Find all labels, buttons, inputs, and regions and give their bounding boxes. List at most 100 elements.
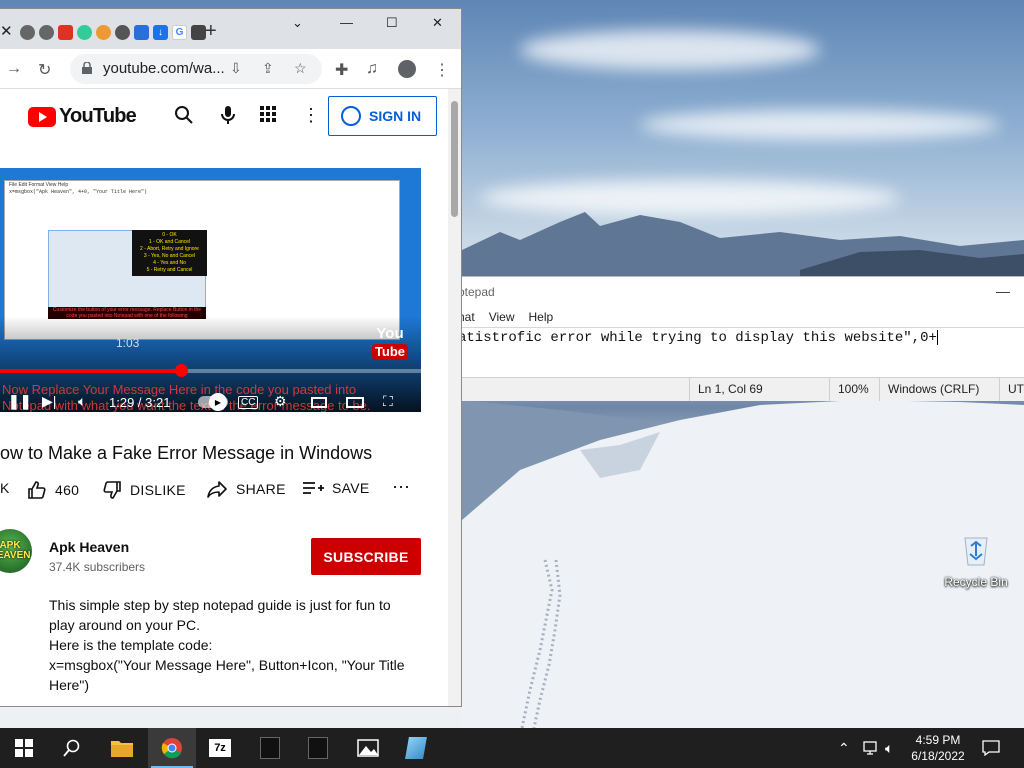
notepad-content: atistrofic error while trying to display… bbox=[458, 330, 937, 347]
channel-name[interactable]: Apk Heaven bbox=[49, 539, 129, 555]
video-frame-code: x=msgbox("Apk Heaven", 4+0, "Your Title … bbox=[9, 189, 148, 195]
notepad-menu-bar: nat View Help bbox=[456, 307, 1024, 327]
tab-favicon-google-icon[interactable]: G bbox=[172, 25, 187, 40]
tab-favicon-blue-icon[interactable] bbox=[134, 25, 149, 40]
miniplayer-icon[interactable] bbox=[311, 397, 327, 408]
avatar-text-line: HEAVEN bbox=[0, 550, 31, 561]
taskbar-app-skull-2[interactable] bbox=[294, 728, 342, 768]
menu-view[interactable]: View bbox=[482, 310, 522, 324]
progress-bar-played bbox=[0, 369, 182, 373]
tab-favicon-download-icon[interactable]: ↓ bbox=[153, 25, 168, 40]
status-position: Ln 1, Col 69 bbox=[689, 378, 829, 401]
close-window-icon[interactable]: ✕ bbox=[432, 15, 443, 31]
reload-icon[interactable]: ↻ bbox=[38, 60, 51, 80]
progress-scrubber[interactable] bbox=[175, 364, 189, 377]
settings-gear-icon[interactable]: ⚙ bbox=[274, 393, 287, 410]
recycle-bin-label: Recycle Bin bbox=[944, 575, 1008, 589]
tab-favicon-globe-icon[interactable] bbox=[20, 25, 35, 40]
minimize-icon[interactable]: — bbox=[340, 15, 353, 30]
fullscreen-icon[interactable]: ⛶ bbox=[383, 393, 393, 410]
dislike-label: DISLIKE bbox=[130, 482, 186, 498]
more-actions-icon[interactable]: ⋯ bbox=[392, 477, 410, 498]
save-button[interactable]: SAVE bbox=[302, 480, 370, 496]
minimize-icon[interactable]: — bbox=[996, 283, 1010, 299]
channel-avatar[interactable]: APKHEAVEN bbox=[0, 529, 32, 573]
pause-icon[interactable]: ❚❚ bbox=[8, 393, 31, 410]
maximize-icon[interactable]: ☐ bbox=[386, 15, 398, 31]
media-controls-icon[interactable]: ♫ bbox=[366, 60, 378, 78]
notepad-title-bar[interactable]: otepad bbox=[456, 277, 1024, 307]
search-icon[interactable] bbox=[174, 105, 194, 125]
youtube-header: YouTube ⋮ SIGN IN bbox=[0, 89, 448, 145]
apps-grid-icon[interactable] bbox=[259, 105, 277, 123]
tab-favicon-green-icon[interactable] bbox=[77, 25, 92, 40]
bookmark-star-icon[interactable]: ☆ bbox=[294, 60, 307, 77]
start-button[interactable] bbox=[0, 728, 48, 768]
forward-icon[interactable]: → bbox=[6, 60, 22, 78]
chrome-window[interactable]: ✕ ↓ G + ⌄ — ☐ ✕ → ↻ youtube.com/wa... ⇩ … bbox=[0, 8, 462, 707]
menu-help[interactable]: Help bbox=[521, 310, 560, 324]
app-skull-icon bbox=[308, 737, 328, 759]
tab-search-chevron-icon[interactable]: ⌄ bbox=[292, 15, 303, 31]
tab-favicon-building-icon[interactable] bbox=[191, 25, 206, 40]
youtube-logo[interactable]: YouTube bbox=[28, 105, 137, 128]
scroll-thumb[interactable] bbox=[451, 101, 458, 217]
profile-avatar-icon[interactable] bbox=[398, 60, 416, 78]
dislike-button[interactable]: DISLIKE bbox=[102, 480, 186, 500]
new-tab-icon[interactable]: + bbox=[205, 20, 217, 43]
install-app-icon[interactable]: ⇩ bbox=[230, 60, 242, 77]
theater-mode-icon[interactable] bbox=[346, 397, 364, 408]
autoplay-toggle[interactable]: ▶ bbox=[198, 393, 228, 411]
progress-bar[interactable] bbox=[0, 364, 421, 377]
add-to-playlist-icon bbox=[303, 482, 324, 494]
subscribe-button[interactable]: SUBSCRIBE bbox=[311, 538, 421, 575]
avatar-text: APKHEAVEN bbox=[0, 541, 32, 561]
taskbar-app-skull[interactable] bbox=[246, 728, 294, 768]
tab-favicon-globe-icon[interactable] bbox=[39, 25, 54, 40]
status-line-ending: Windows (CRLF) bbox=[879, 378, 999, 401]
show-hidden-icons-chevron-icon[interactable]: ⌃ bbox=[838, 728, 850, 768]
chrome-menu-icon[interactable]: ⋮ bbox=[434, 60, 450, 80]
page-scrollbar[interactable] bbox=[448, 89, 461, 706]
description-line: x=msgbox("Your Message Here", Button+Ico… bbox=[49, 657, 405, 673]
video-player[interactable]: File Edit Format View Help x=msgbox("Apk… bbox=[0, 168, 421, 412]
volume-icon[interactable]: 🔈︎ bbox=[885, 728, 893, 768]
action-center-icon[interactable] bbox=[982, 728, 1000, 768]
taskbar-7zip[interactable]: 7z bbox=[196, 728, 244, 768]
share-button[interactable]: SHARE bbox=[206, 480, 286, 498]
next-icon[interactable]: ▶| bbox=[42, 393, 56, 410]
notepad-window[interactable]: otepad — nat View Help atistrofic error … bbox=[455, 276, 1024, 401]
recycle-bin[interactable]: Recycle Bin bbox=[940, 532, 1012, 589]
taskbar-notepad[interactable] bbox=[392, 728, 440, 768]
volume-icon[interactable]: 🔈︎ bbox=[78, 393, 86, 410]
option-line: 3 - Yes, No and Cancel bbox=[143, 253, 196, 259]
taskbar-file-explorer[interactable] bbox=[98, 728, 146, 768]
share-icon[interactable]: ⇪ bbox=[262, 60, 274, 77]
taskbar-chrome[interactable] bbox=[148, 728, 196, 768]
like-button[interactable]: 460 bbox=[27, 480, 79, 500]
address-bar[interactable]: youtube.com/wa... ⇩ ⇪ ☆ bbox=[70, 54, 322, 84]
taskbar-photos[interactable] bbox=[344, 728, 392, 768]
tab-favicon-globe-icon[interactable] bbox=[115, 25, 130, 40]
folder-icon bbox=[111, 741, 133, 757]
description-line: Here is the template code: bbox=[49, 637, 213, 653]
extensions-icon[interactable]: ✚ bbox=[335, 60, 348, 80]
watermark-bottom: Tube bbox=[372, 344, 408, 360]
clock-time: 4:59 PM bbox=[915, 733, 961, 747]
sign-in-label: SIGN IN bbox=[369, 108, 422, 124]
autoplay-play-icon: ▶ bbox=[209, 393, 227, 411]
sign-in-button[interactable]: SIGN IN bbox=[328, 96, 437, 136]
notepad-status-bar: Ln 1, Col 69 100% Windows (CRLF) UTF bbox=[456, 377, 1024, 401]
captions-icon[interactable]: CC bbox=[238, 396, 259, 409]
network-icon[interactable] bbox=[862, 728, 880, 768]
microphone-icon[interactable] bbox=[220, 105, 236, 125]
share-label: SHARE bbox=[236, 481, 286, 497]
url-text: youtube.com/wa... bbox=[103, 60, 225, 77]
video-title: ow to Make a Fake Error Message in Windo… bbox=[0, 443, 373, 463]
more-options-icon[interactable]: ⋮ bbox=[302, 105, 320, 126]
taskbar-clock[interactable]: 4:59 PM 6/18/2022 bbox=[905, 732, 971, 764]
close-tab-icon[interactable]: ✕ bbox=[0, 22, 13, 40]
tab-favicon-red-icon[interactable] bbox=[58, 25, 73, 40]
search-button[interactable] bbox=[48, 728, 96, 768]
tab-favicon-orange-icon[interactable] bbox=[96, 25, 111, 40]
